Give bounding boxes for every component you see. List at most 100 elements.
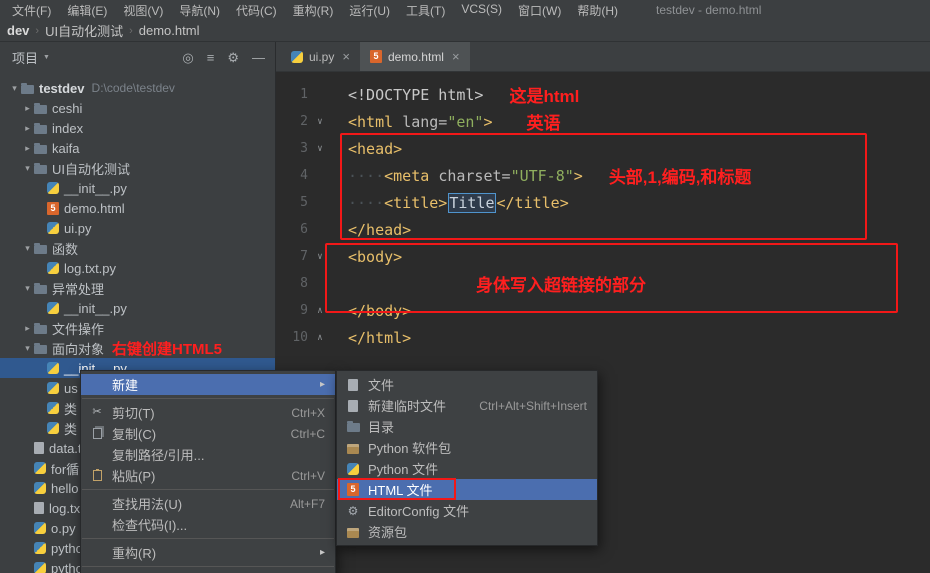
chevron-down-icon[interactable]: ▼ [43, 54, 50, 61]
menubar-item[interactable]: 窗口(W) [510, 2, 569, 19]
menu-item[interactable]: 检查代码(I)... [81, 514, 335, 535]
menubar-items: 文件(F) 编辑(E) 视图(V) 导航(N) 代码(C) 重构(R) 运行(U) 工具(T)… [4, 2, 626, 19]
fold-marker-icon[interactable]: ∧ [312, 333, 328, 343]
chevron-right-icon[interactable]: ▸ [21, 123, 34, 134]
menu-item[interactable]: 资源包 [337, 521, 597, 542]
line-number: 4 [300, 168, 308, 183]
menubar-item[interactable]: 视图(V) [115, 2, 171, 19]
menu-item[interactable]: 新建 ▸ [81, 374, 335, 395]
menubar-item[interactable]: 工具(T) [398, 2, 453, 19]
package-icon [347, 443, 359, 454]
fold-marker-icon[interactable]: ∨ [312, 144, 328, 154]
line-number: 6 [300, 222, 308, 237]
python-file-icon [34, 542, 46, 554]
menu-item-label: 重构(R) [112, 546, 157, 561]
menu-item[interactable]: 粘贴(P) Ctrl+V [81, 465, 335, 486]
breadcrumb-item-project[interactable]: dev [3, 23, 33, 38]
close-icon[interactable]: × [342, 49, 350, 64]
menubar-item[interactable]: 重构(R) [285, 2, 342, 19]
chevron-down-icon[interactable]: ▾ [8, 83, 21, 94]
code-tokens: <body> [348, 248, 402, 266]
locate-icon[interactable]: ◎ [182, 51, 193, 64]
breadcrumb-item-file[interactable]: demo.html [135, 23, 204, 38]
code-line[interactable]: 5 ····<title> Title </title> [276, 189, 930, 216]
code-line[interactable]: 10 ∧ </html> [276, 324, 930, 351]
breadcrumb-item-folder[interactable]: UI自动化测试 [41, 21, 127, 40]
tab-ui-py[interactable]: ui.py × [281, 42, 360, 71]
menu-item[interactable]: 文件 [337, 374, 597, 395]
fold-marker-icon[interactable]: ∧ [312, 306, 328, 316]
menu-item-icon-slot [345, 378, 361, 391]
menubar-item[interactable]: 导航(N) [171, 2, 228, 19]
menu-item-label: 剪切(T) [112, 406, 155, 421]
menu-item[interactable]: ⚙ EditorConfig 文件 [337, 500, 597, 521]
menu-item[interactable]: 重构(R) ▸ [81, 542, 335, 563]
menu-item[interactable]: Python 文件 [337, 458, 597, 479]
code-token: ···· [348, 166, 385, 185]
code-line[interactable]: 1 <!DOCTYPE html> 这是html [276, 81, 930, 108]
code-line[interactable]: 3 ∨ <head> [276, 135, 930, 162]
code-line[interactable]: 2 ∨ <html lang="en"> 英语 [276, 108, 930, 135]
chevron-right-icon[interactable]: ▸ [21, 323, 34, 334]
settings-gear-icon[interactable]: ⚙ [227, 51, 239, 64]
code-tokens: </html> [348, 329, 411, 347]
code-line[interactable]: 6 </head> [276, 216, 930, 243]
menu-item-icon-slot: ✂ [89, 407, 105, 418]
menu-item[interactable]: Python 软件包 [337, 437, 597, 458]
fold-marker-icon[interactable]: ∨ [312, 252, 328, 262]
menu-item[interactable]: 新建临时文件 Ctrl+Alt+Shift+Insert [337, 395, 597, 416]
chevron-down-icon[interactable]: ▾ [21, 163, 34, 174]
menu-item[interactable]: 复制(C) Ctrl+C [81, 423, 335, 444]
chevron-down-icon[interactable]: ▾ [21, 283, 34, 294]
menubar-item[interactable]: 代码(C) [228, 2, 285, 19]
code-line[interactable]: 8 身体写入超链接的部分 [276, 270, 930, 297]
hide-panel-icon[interactable]: — [252, 51, 265, 64]
tree-item[interactable]: ▸ index [0, 118, 275, 138]
chevron-right-icon[interactable]: ▸ [21, 143, 34, 154]
menubar-item[interactable]: 编辑(E) [59, 2, 115, 19]
tree-item[interactable]: ▾ 异常处理 [0, 278, 275, 298]
python-file-icon [34, 462, 46, 474]
tree-item[interactable]: __init__.py [0, 298, 275, 318]
tree-item[interactable]: ui.py [0, 218, 275, 238]
tree-item[interactable]: ▸ 文件操作 [0, 318, 275, 338]
folder-icon [346, 421, 360, 432]
menubar-item[interactable]: 帮助(H) [569, 2, 626, 19]
tree-item[interactable]: ▾ testdev D:\code\testdev [0, 78, 275, 98]
project-panel-title[interactable]: 项目 [12, 48, 38, 67]
close-icon[interactable]: × [452, 49, 460, 64]
tree-item[interactable]: 5 demo.html [0, 198, 275, 218]
menubar-item[interactable]: 运行(U) [341, 2, 398, 19]
code-line[interactable]: 9 ∧ </body> [276, 297, 930, 324]
menu-item-label: Python 文件 [368, 462, 439, 477]
chevron-down-icon[interactable]: ▾ [21, 243, 34, 254]
tree-item[interactable]: ▸ ceshi [0, 98, 275, 118]
tree-item[interactable]: ▸ kaifa [0, 138, 275, 158]
menu-item-label: EditorConfig 文件 [368, 504, 470, 519]
collapse-all-icon[interactable]: ≡ [207, 51, 215, 64]
tree-item[interactable]: log.txt.py [0, 258, 275, 278]
tree-item[interactable]: ▾ 函数 [0, 238, 275, 258]
menu-item-icon-slot [89, 428, 105, 439]
chevron-right-icon[interactable]: ▸ [21, 103, 34, 114]
tree-item[interactable]: ▾ UI自动化测试 [0, 158, 275, 178]
menu-item[interactable]: 查找用法(U) Alt+F7 [81, 493, 335, 514]
code-line[interactable]: 4 ····<meta charset="UTF-8"> 头部,1,编码,和标题 [276, 162, 930, 189]
menu-item[interactable]: 目录 [337, 416, 597, 437]
chevron-down-icon[interactable]: ▾ [21, 343, 34, 354]
tree-item[interactable]: ▾ 面向对象 右键创建HTML5 [0, 338, 275, 358]
menubar: 文件(F) 编辑(E) 视图(V) 导航(N) 代码(C) 重构(R) 运行(U) 工具(T)… [0, 0, 930, 20]
python-file-icon [47, 422, 59, 434]
menubar-item[interactable]: VCS(S) [453, 2, 510, 19]
menubar-item[interactable]: 文件(F) [4, 2, 59, 19]
code-line[interactable]: 7 ∨ <body> [276, 243, 930, 270]
tree-item-label: ui.py [64, 220, 92, 236]
menu-item[interactable]: ✂ 剪切(T) Ctrl+X [81, 402, 335, 423]
tab-demo-html[interactable]: 5 demo.html × [359, 42, 470, 71]
folder-icon [21, 82, 34, 94]
menu-item[interactable]: 复制路径/引用... [81, 444, 335, 465]
file-icon [348, 399, 358, 412]
fold-marker-icon[interactable]: ∨ [312, 117, 328, 127]
tree-item[interactable]: __init__.py [0, 178, 275, 198]
menu-item[interactable]: 5 HTML 文件 [337, 478, 597, 500]
